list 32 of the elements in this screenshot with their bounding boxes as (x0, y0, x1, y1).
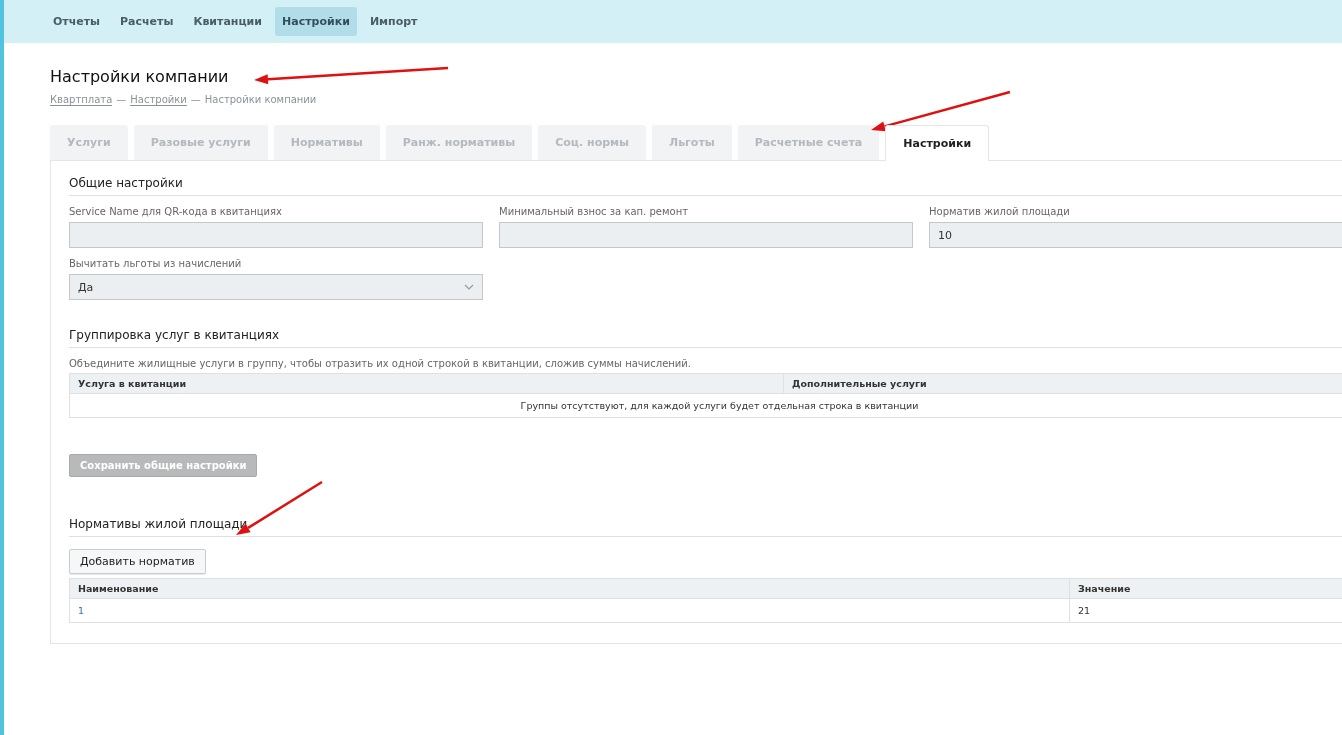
field-label: Service Name для QR-кода в квитанциях (69, 206, 283, 217)
empty-message: Группы отсутствуют, для каждой услуги будет отдельная строка в квитанции (69, 393, 1342, 418)
hint-text: Объедините жилищные услуги в группу, чтобы отразить их одной строкой в квитанции, сложив суммы начислений. (69, 358, 692, 369)
tab[interactable]: Настройки (885, 125, 990, 161)
add-button[interactable]: Добавить норматив (69, 549, 206, 574)
nav-link[interactable]: Импорт (362, 7, 425, 36)
section-title: Общие настройки (69, 176, 1342, 196)
nav-link[interactable]: Расчеты (113, 7, 181, 36)
chevron-down-icon (464, 284, 474, 290)
breadcrumb-separator: — (190, 94, 201, 106)
input-field[interactable]: 10 (929, 222, 1342, 248)
breadcrumb-current: Настройки компании (204, 94, 317, 106)
nav-link[interactable]: Квитанции (186, 7, 270, 36)
column-header: Наименование (69, 578, 1070, 599)
nav-link[interactable]: Отчеты (46, 7, 108, 36)
input-field[interactable] (499, 222, 913, 248)
breadcrumb-link[interactable]: Квартплата (50, 94, 113, 106)
select-field[interactable]: Да (69, 274, 483, 300)
field-label: Норматив жилой площади (929, 206, 1071, 217)
field-label: Вычитать льготы из начислений (69, 258, 243, 269)
breadcrumb-separator: — (116, 94, 127, 106)
nav-link[interactable]: Настройки (275, 7, 357, 36)
section-title: Группировка услуг в квитанциях (69, 328, 1342, 348)
section-title: Нормативы жилой площади (69, 517, 1342, 537)
page-title: Настройки компании (50, 67, 229, 86)
column-header: Услуга в квитанции (69, 373, 784, 394)
field-label: Минимальный взнос за кап. ремонт (499, 206, 689, 217)
input-field[interactable] (69, 222, 483, 248)
name-link[interactable]: 1 (69, 598, 1070, 623)
column-header: Дополнительные услуги (783, 373, 1342, 394)
breadcrumb-link[interactable]: Настройки (130, 94, 187, 106)
column-header: Значение (1069, 578, 1342, 599)
